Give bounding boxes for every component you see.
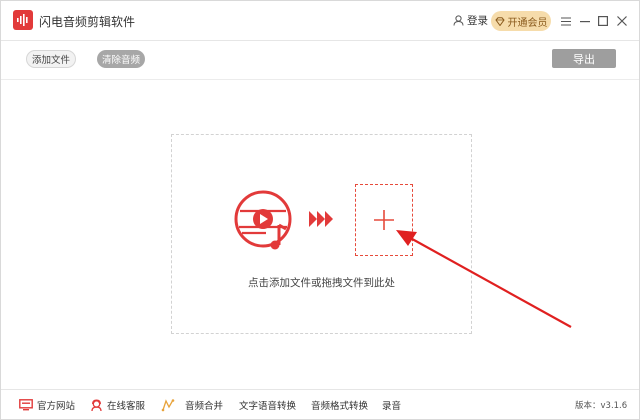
app-title: 闪电音频剪辑软件 (39, 15, 136, 29)
toolbar: 添加文件 清除音频 导出 (1, 42, 639, 80)
format-convert-label: 音频格式转换 (311, 401, 369, 412)
audio-merge-label: 音频合并 (185, 401, 224, 412)
text-speech-link[interactable]: 文字语音转换 (239, 398, 296, 412)
vip-button[interactable]: 开通会员 (491, 11, 551, 31)
login-button[interactable]: 登录 (453, 13, 488, 28)
record-label: 录音 (382, 401, 402, 412)
app-logo-icon (13, 10, 33, 30)
format-convert-link[interactable]: 音频格式转换 (311, 398, 368, 412)
headset-icon (91, 398, 102, 411)
login-label: 登录 (467, 15, 488, 27)
add-file-button[interactable]: 添加文件 (26, 50, 76, 68)
bottom-bar: 官方网站 在线客服 音频合并 文字语音转换 音频格式转换 录音 版本：v3.1.… (1, 389, 639, 419)
app-window: 闪电音频剪辑软件 登录 开通会员 添加文件 清除音频 导出 点击添加文件或拖拽文… (0, 0, 640, 420)
online-support-label: 在线客服 (107, 401, 146, 412)
vip-label: 开通会员 (507, 17, 548, 29)
forward-arrows-icon (309, 211, 333, 227)
close-icon[interactable] (614, 13, 630, 29)
merge-icon (161, 398, 175, 411)
audio-merge-link[interactable]: 音频合并 (161, 398, 223, 412)
official-website-label: 官方网站 (37, 401, 76, 412)
maximize-icon[interactable] (595, 13, 611, 29)
official-website-link[interactable]: 官方网站 (19, 398, 75, 412)
export-button[interactable]: 导出 (552, 49, 616, 68)
text-speech-label: 文字语音转换 (239, 401, 297, 412)
user-icon (453, 15, 464, 26)
menu-icon[interactable] (558, 13, 574, 29)
music-disc-icon (234, 190, 292, 250)
pointer-arrow-icon (396, 230, 572, 328)
record-link[interactable]: 录音 (382, 398, 401, 412)
clear-audio-button[interactable]: 清除音频 (97, 50, 145, 68)
title-bar: 闪电音频剪辑软件 登录 开通会员 (1, 1, 639, 41)
diamond-icon (494, 16, 505, 26)
minimize-icon[interactable] (577, 13, 593, 29)
version-text: 版本：v3.1.6 (575, 401, 628, 411)
monitor-icon (19, 399, 33, 411)
online-support-link[interactable]: 在线客服 (90, 398, 145, 412)
